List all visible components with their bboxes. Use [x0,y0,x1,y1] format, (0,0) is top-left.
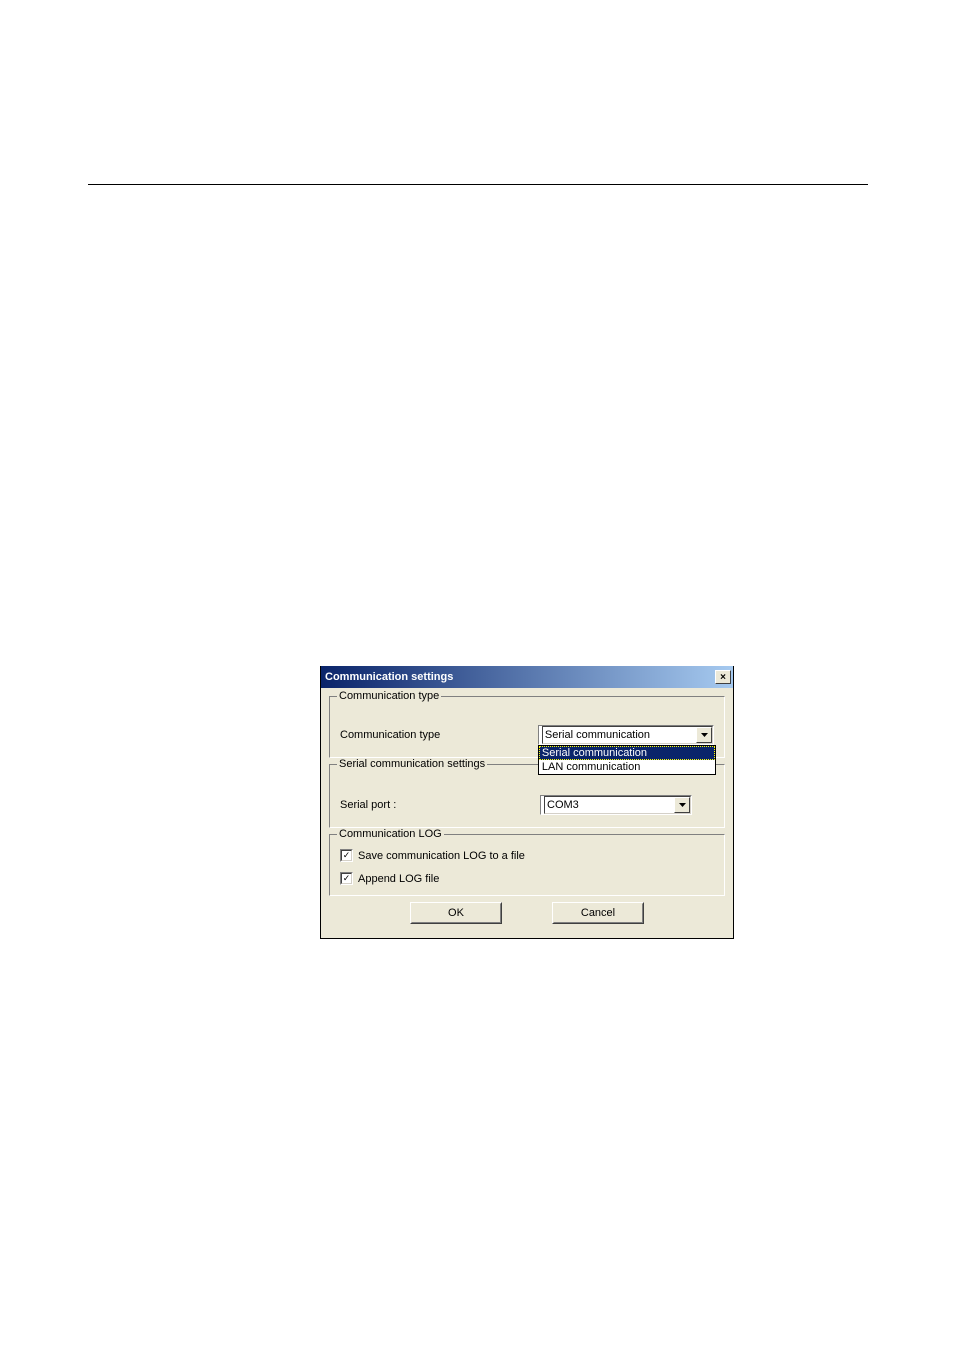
save-log-checkbox[interactable]: ✓ [340,849,353,862]
communication-type-combo[interactable]: Serial communication Serial communicatio… [538,725,714,745]
append-log-row: ✓ Append LOG file [340,872,714,885]
group-communication-type: Communication type Communication type Se… [329,696,725,758]
cancel-button-label: Cancel [581,907,615,919]
dropdown-item-serial[interactable]: Serial communication [539,746,715,760]
append-log-label: Append LOG file [358,873,439,885]
append-log-checkbox[interactable]: ✓ [340,872,353,885]
communication-type-row: Communication type Serial communication … [340,725,714,745]
communication-type-value: Serial communication [545,729,712,741]
close-icon: × [720,672,726,683]
dialog-body: Communication type Communication type Se… [321,688,733,938]
serial-port-row: Serial port : COM3 [340,795,714,815]
ok-button[interactable]: OK [410,902,502,924]
chevron-down-icon [674,797,690,813]
group-serial-settings-title: Serial communication settings [337,758,487,770]
communication-type-dropdown: Serial communication LAN communication [538,745,716,775]
save-log-row: ✓ Save communication LOG to a file [340,849,714,862]
dropdown-item-lan[interactable]: LAN communication [539,760,715,774]
close-button[interactable]: × [715,670,731,684]
communication-settings-dialog: Communication settings × Communication t… [320,666,734,939]
save-log-label: Save communication LOG to a file [358,850,525,862]
button-row: OK Cancel [329,902,725,930]
chevron-down-icon [696,727,712,743]
group-communication-type-title: Communication type [337,690,441,702]
titlebar: Communication settings × [321,666,733,688]
serial-port-label: Serial port : [340,799,540,811]
check-icon: ✓ [343,851,351,860]
cancel-button[interactable]: Cancel [552,902,644,924]
dialog-title: Communication settings [325,671,453,683]
ok-button-label: OK [448,907,464,919]
check-icon: ✓ [343,874,351,883]
serial-port-value: COM3 [547,799,690,811]
group-communication-log: Communication LOG ✓ Save communication L… [329,834,725,896]
communication-type-label: Communication type [340,729,538,741]
serial-port-combo[interactable]: COM3 [540,795,692,815]
horizontal-rule [88,184,868,185]
group-communication-log-title: Communication LOG [337,828,444,840]
